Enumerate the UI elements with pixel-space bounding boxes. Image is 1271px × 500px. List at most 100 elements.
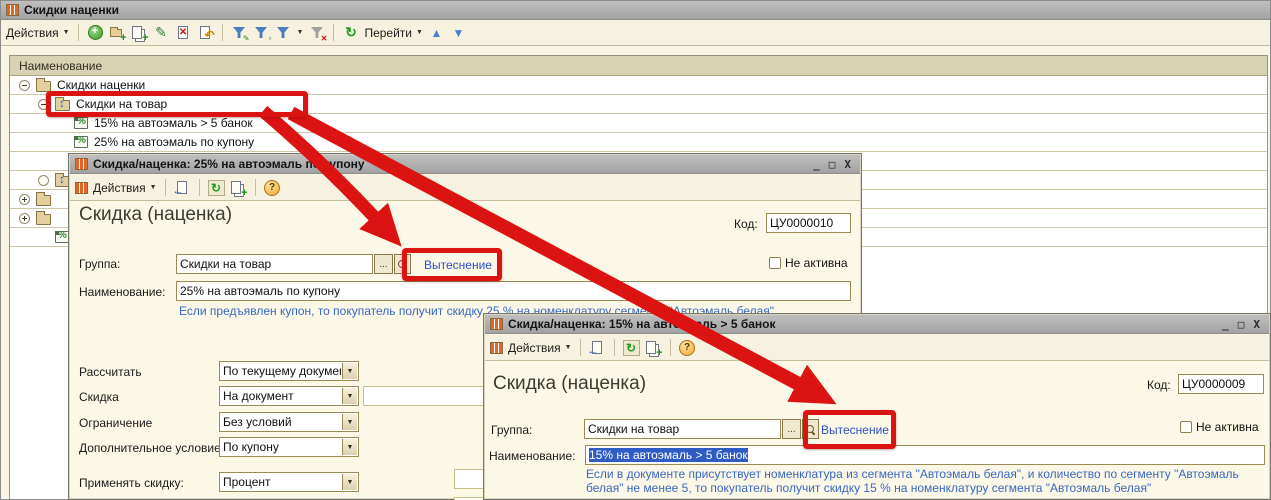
actions-menu-button[interactable]: Действия ▼ xyxy=(93,181,157,195)
annotation-rect-tree-group xyxy=(46,91,308,117)
name-field[interactable]: 25% на автоэмаль по купону xyxy=(176,281,851,301)
collapse-icon[interactable] xyxy=(19,80,30,91)
screenshot-stage: Скидки наценки Действия ▼ + + ✎ ▫ ▼ ✕ Пе… xyxy=(0,0,1271,500)
discount-hint-text: Если в документе присутствует номенклату… xyxy=(586,467,1264,495)
chevron-down-icon[interactable]: ▼ xyxy=(297,29,304,36)
discount-label: Скидка xyxy=(79,390,119,404)
inactive-checkbox-label: Не активна xyxy=(785,256,848,270)
refresh-icon[interactable] xyxy=(342,25,359,41)
help-icon[interactable] xyxy=(264,180,281,196)
add-group-icon[interactable]: + xyxy=(109,25,126,41)
group-folder-icon xyxy=(36,214,51,225)
code-label: Код: xyxy=(734,217,758,231)
close-button[interactable]: X xyxy=(844,158,851,171)
inactive-checkbox[interactable]: Не активна xyxy=(769,256,848,270)
chevron-down-icon[interactable]: ▼ xyxy=(342,474,357,490)
chevron-down-icon[interactable]: ▼ xyxy=(342,388,357,404)
group-select-button[interactable]: ... xyxy=(782,419,801,439)
write-icon[interactable] xyxy=(174,180,191,196)
write-icon[interactable] xyxy=(589,340,606,356)
discount-item-icon xyxy=(74,136,88,148)
group-field[interactable]: Скидки на товар xyxy=(584,419,781,439)
copy-new-icon[interactable]: + xyxy=(645,340,662,356)
group-folder-icon xyxy=(36,81,51,92)
add-icon[interactable] xyxy=(87,25,104,41)
copy-new-icon[interactable]: + xyxy=(230,180,247,196)
tree-row-label: 25% на автоэмаль по купону xyxy=(94,135,254,149)
edit-icon[interactable] xyxy=(153,25,170,41)
toolbar-separator xyxy=(165,179,166,196)
tree-row[interactable]: 25% на автоэмаль по купону xyxy=(10,133,1267,152)
circle-marker-icon[interactable] xyxy=(38,175,49,186)
form-heading: Скидка (наценка) xyxy=(493,373,646,395)
dialog-discount-15: Скидка/наценка: 15% на автоэмаль > 5 бан… xyxy=(483,313,1271,500)
close-button[interactable]: X xyxy=(1253,318,1260,331)
code-field[interactable]: ЦУ0000010 xyxy=(766,213,851,233)
filter-value-icon[interactable]: ▫ xyxy=(253,25,270,41)
expand-icon[interactable] xyxy=(19,194,30,205)
reread-icon[interactable] xyxy=(623,340,640,356)
code-field[interactable]: ЦУ0000009 xyxy=(1178,374,1264,394)
delete-icon[interactable] xyxy=(175,25,192,41)
name-label: Наименование: xyxy=(79,285,166,299)
inactive-checkbox-label: Не активна xyxy=(1196,420,1259,434)
actions-menu-label: Действия xyxy=(93,181,146,195)
annotation-rect-link-15 xyxy=(803,410,896,449)
copy-icon[interactable]: + xyxy=(131,25,148,41)
apply-discount-select[interactable]: Процент▼ xyxy=(219,472,359,492)
actions-menu-button[interactable]: Действия ▼ xyxy=(6,26,70,40)
restriction-select[interactable]: Без условий▼ xyxy=(219,412,359,432)
discount-select[interactable]: На документ▼ xyxy=(219,386,359,406)
maximize-button[interactable]: □ xyxy=(829,158,836,171)
toolbar-separator xyxy=(255,179,256,196)
minimize-button[interactable]: _ xyxy=(1222,318,1229,331)
group-select-button[interactable]: ... xyxy=(374,254,393,274)
discount-item-icon xyxy=(55,231,69,243)
tree-column-header[interactable]: Наименование xyxy=(10,56,1267,76)
goto-menu-button[interactable]: Перейти ▼ xyxy=(364,26,423,40)
chevron-down-icon: ▼ xyxy=(150,184,157,191)
move-down-icon[interactable] xyxy=(450,25,467,41)
deletion-mark-icon[interactable] xyxy=(197,25,214,41)
maximize-button[interactable]: □ xyxy=(1238,318,1245,331)
toolbar-separator xyxy=(199,179,200,196)
help-icon[interactable] xyxy=(679,340,696,356)
extra-condition-label: Дополнительное условие xyxy=(79,441,221,455)
form-heading: Скидка (наценка) xyxy=(79,204,232,226)
clear-filter-icon[interactable]: ✕ xyxy=(308,25,325,41)
actions-menu-button[interactable]: Действия ▼ xyxy=(508,341,572,355)
1c-form-icon xyxy=(490,342,503,354)
move-up-icon[interactable] xyxy=(428,25,445,41)
actions-menu-label: Действия xyxy=(6,26,59,40)
calculate-select[interactable]: По текущему документу▼ xyxy=(219,361,359,381)
toolbar-separator xyxy=(580,339,581,356)
calculate-select-value: По текущему документу xyxy=(223,364,341,378)
filter-setup-icon[interactable]: ✎ xyxy=(231,25,248,41)
reread-icon[interactable] xyxy=(208,180,225,196)
1c-form-icon xyxy=(75,158,88,170)
selected-text: 15% на автоэмаль > 5 банок xyxy=(589,448,748,462)
apply-discount-select-value: Процент xyxy=(223,475,341,489)
chevron-down-icon[interactable]: ▼ xyxy=(342,414,357,430)
window-buttons: _ □ X xyxy=(813,158,855,171)
filter-menu-icon[interactable] xyxy=(275,25,292,41)
chevron-down-icon[interactable]: ▼ xyxy=(342,439,357,455)
extra-condition-select[interactable]: По купону▼ xyxy=(219,437,359,457)
expand-icon[interactable] xyxy=(19,213,30,224)
apply-discount-label: Применять скидку: xyxy=(79,476,184,490)
toolbar-separator xyxy=(333,24,334,41)
name-field[interactable]: 15% на автоэмаль > 5 банок xyxy=(585,445,1265,465)
checkbox-icon xyxy=(769,257,781,269)
inactive-checkbox[interactable]: Не активна xyxy=(1180,420,1259,434)
main-toolbar: Действия ▼ + + ✎ ▫ ▼ ✕ Перейти ▼ xyxy=(1,20,1270,46)
dialog-15-titlebar: Скидка/наценка: 15% на автоэмаль > 5 бан… xyxy=(485,315,1269,334)
main-titlebar: Скидки наценки xyxy=(1,1,1270,20)
chevron-down-icon[interactable]: ▼ xyxy=(342,363,357,379)
chevron-down-icon: ▼ xyxy=(63,29,70,36)
group-field[interactable]: Скидки на товар xyxy=(176,254,373,274)
minimize-button[interactable]: _ xyxy=(813,158,820,171)
name-label: Наименование: xyxy=(489,449,576,463)
group-label: Группа: xyxy=(79,257,120,271)
window-buttons: _ □ X xyxy=(1222,318,1264,331)
group-label: Группа: xyxy=(491,423,532,437)
